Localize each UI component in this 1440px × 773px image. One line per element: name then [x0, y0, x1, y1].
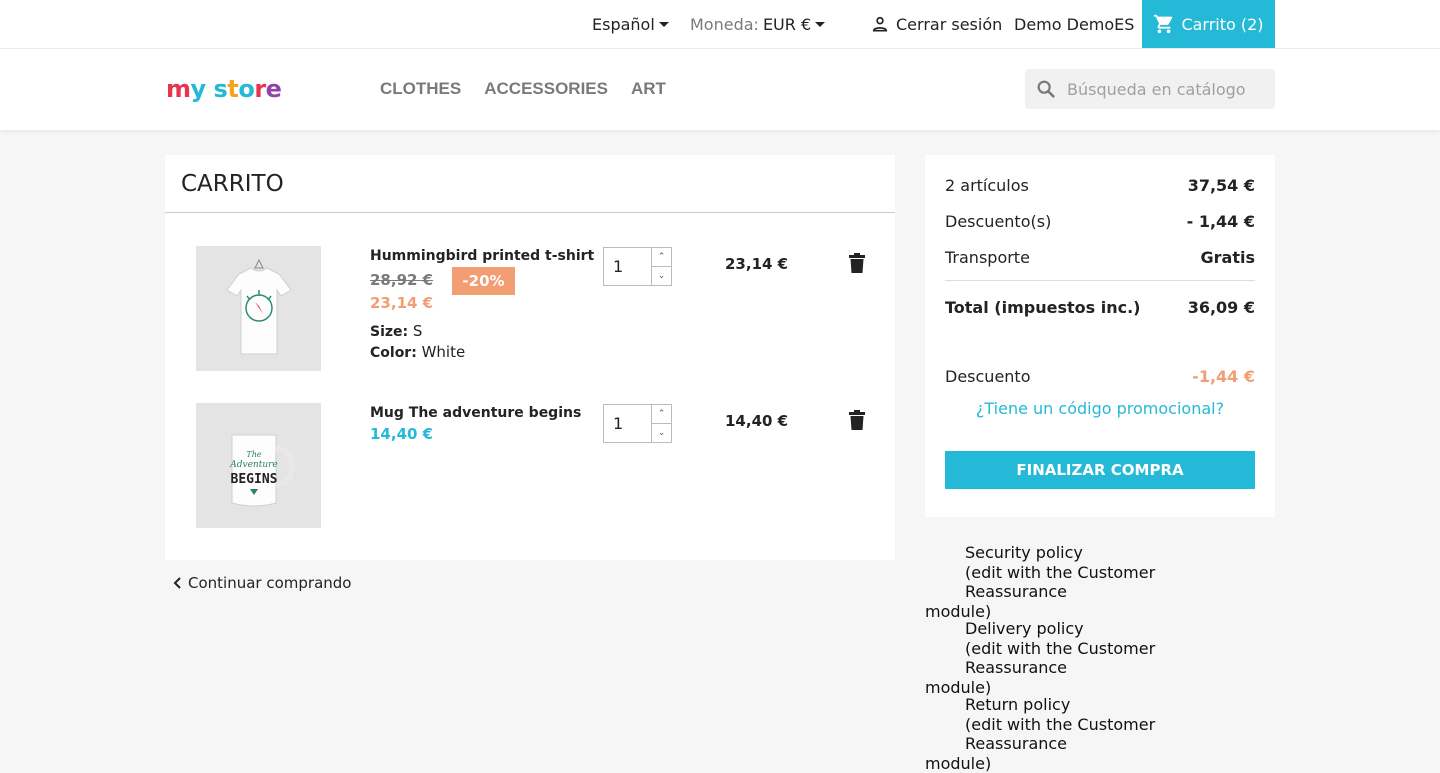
reassurance-title: Return policy [925, 695, 1245, 715]
reassurance-description: (edit with the Customer Reassurance [925, 639, 1245, 678]
decrement-button[interactable]: ⌄ [652, 424, 671, 442]
product-attribute-size: Size: S [370, 322, 422, 340]
summary-row-shipping: Transporte Gratis [945, 248, 1255, 267]
line-total: 23,14 € [725, 255, 788, 273]
trash-icon [849, 410, 865, 430]
product-price: 23,14 € [370, 294, 433, 312]
user-name: Demo DemoES [1014, 15, 1134, 34]
attribute-value: White [422, 343, 466, 361]
reassurance-block-delivery: Delivery policy (edit with the Customer … [925, 619, 1245, 697]
cart-button-label: Carrito (2) [1181, 15, 1263, 34]
promo-code-link[interactable]: ¿Tiene un código promocional? [945, 399, 1255, 418]
voucher-row: Descuento -1,44 € [945, 367, 1255, 386]
summary-divider [945, 280, 1255, 281]
quantity-stepper: ⌃ ⌄ [603, 247, 672, 286]
summary-value: 37,54 € [1188, 176, 1255, 195]
remove-button[interactable] [849, 410, 865, 434]
cart-title: CARRITO [165, 155, 895, 213]
mug-image: The Adventure BEGINS [214, 421, 304, 511]
search-input[interactable] [1067, 80, 1257, 99]
reassurance-description: (edit with the Customer Reassurance [925, 563, 1245, 602]
store-logo[interactable]: my store [166, 75, 281, 103]
summary-label: 2 artículos [945, 176, 1029, 195]
account-link[interactable]: Demo DemoES [1014, 0, 1134, 48]
summary-row-products: 2 artículos 37,54 € [945, 176, 1255, 195]
search-box [1025, 69, 1275, 109]
reassurance-block-return: Return policy (edit with the Customer Re… [925, 695, 1245, 773]
product-name[interactable]: Hummingbird printed t-shirt [370, 248, 594, 264]
voucher-value: -1,44 € [1192, 367, 1255, 386]
tshirt-image [219, 254, 299, 364]
summary-row-total: Total (impuestos inc.) 36,09 € [945, 298, 1255, 317]
reassurance-description-cont: module) [925, 754, 1245, 773]
svg-text:Adventure: Adventure [229, 460, 278, 470]
nav-item-accessories[interactable]: ACCESSORIES [484, 79, 608, 99]
increment-button[interactable]: ⌃ [652, 405, 671, 424]
main-nav: CLOTHES ACCESSORIES ART [380, 79, 666, 99]
attribute-label: Color: [370, 345, 417, 361]
continue-shopping-label: Continuar comprando [188, 574, 351, 592]
checkout-button[interactable]: FINALIZAR COMPRA [945, 451, 1255, 489]
nav-item-clothes[interactable]: CLOTHES [380, 79, 461, 99]
main-header: my store CLOTHES ACCESSORIES ART [0, 49, 1440, 130]
top-bar: Español Moneda: EUR € Cerrar sesión Demo… [0, 0, 1440, 49]
continue-shopping-link[interactable]: Continuar comprando [172, 574, 351, 592]
product-image-tshirt[interactable] [196, 246, 321, 371]
reassurance-title: Delivery policy [925, 619, 1245, 639]
summary-row-discounts: Descuento(s) - 1,44 € [945, 212, 1255, 231]
quantity-input[interactable] [604, 248, 651, 285]
summary-value: - 1,44 € [1187, 212, 1255, 231]
language-label: Español [592, 15, 655, 34]
caret-down-icon [659, 22, 669, 27]
currency-value: EUR € [763, 15, 811, 34]
caret-down-icon [815, 22, 825, 27]
trash-icon [849, 253, 865, 273]
language-selector[interactable]: Español [592, 0, 669, 48]
increment-button[interactable]: ⌃ [652, 248, 671, 267]
remove-button[interactable] [849, 253, 865, 277]
logout-label: Cerrar sesión [896, 15, 1002, 34]
discount-badge: -20% [452, 267, 515, 295]
currency-label: Moneda: [690, 15, 759, 34]
voucher-label: Descuento [945, 367, 1030, 386]
regular-price: 28,92 € [370, 271, 433, 289]
cart-panel: CARRITO Hummingbird printed t-shirt 28,9… [165, 155, 895, 560]
reassurance-title: Security policy [925, 543, 1245, 563]
reassurance-description: (edit with the Customer Reassurance [925, 715, 1245, 754]
logout-link[interactable]: Cerrar sesión [870, 0, 1002, 48]
currency-selector[interactable]: Moneda: EUR € [690, 0, 825, 48]
product-price: 14,40 € [370, 425, 433, 443]
reassurance-block-security: Security policy (edit with the Customer … [925, 543, 1245, 621]
search-icon[interactable] [1035, 78, 1057, 100]
summary-label: Transporte [945, 248, 1030, 267]
quantity-input[interactable] [604, 405, 651, 442]
attribute-label: Size: [370, 324, 408, 340]
summary-total-label: Total (impuestos inc.) [945, 298, 1140, 317]
attribute-value: S [413, 322, 423, 340]
summary-label: Descuento(s) [945, 212, 1051, 231]
product-image-mug[interactable]: The Adventure BEGINS [196, 403, 321, 528]
quantity-stepper: ⌃ ⌄ [603, 404, 672, 443]
summary-value: Gratis [1201, 248, 1255, 267]
cart-button[interactable]: Carrito (2) [1142, 0, 1275, 48]
line-total: 14,40 € [725, 412, 788, 430]
decrement-button[interactable]: ⌄ [652, 267, 671, 285]
summary-total-value: 36,09 € [1188, 298, 1255, 317]
cart-summary: 2 artículos 37,54 € Descuento(s) - 1,44 … [925, 155, 1275, 517]
product-attribute-color: Color: White [370, 343, 465, 361]
svg-text:BEGINS: BEGINS [230, 472, 277, 487]
product-name[interactable]: Mug The adventure begins [370, 405, 581, 421]
user-icon [870, 14, 890, 34]
cart-icon [1153, 13, 1175, 35]
chevron-left-icon [172, 576, 182, 590]
nav-item-art[interactable]: ART [631, 79, 666, 99]
svg-text:The: The [246, 450, 261, 459]
